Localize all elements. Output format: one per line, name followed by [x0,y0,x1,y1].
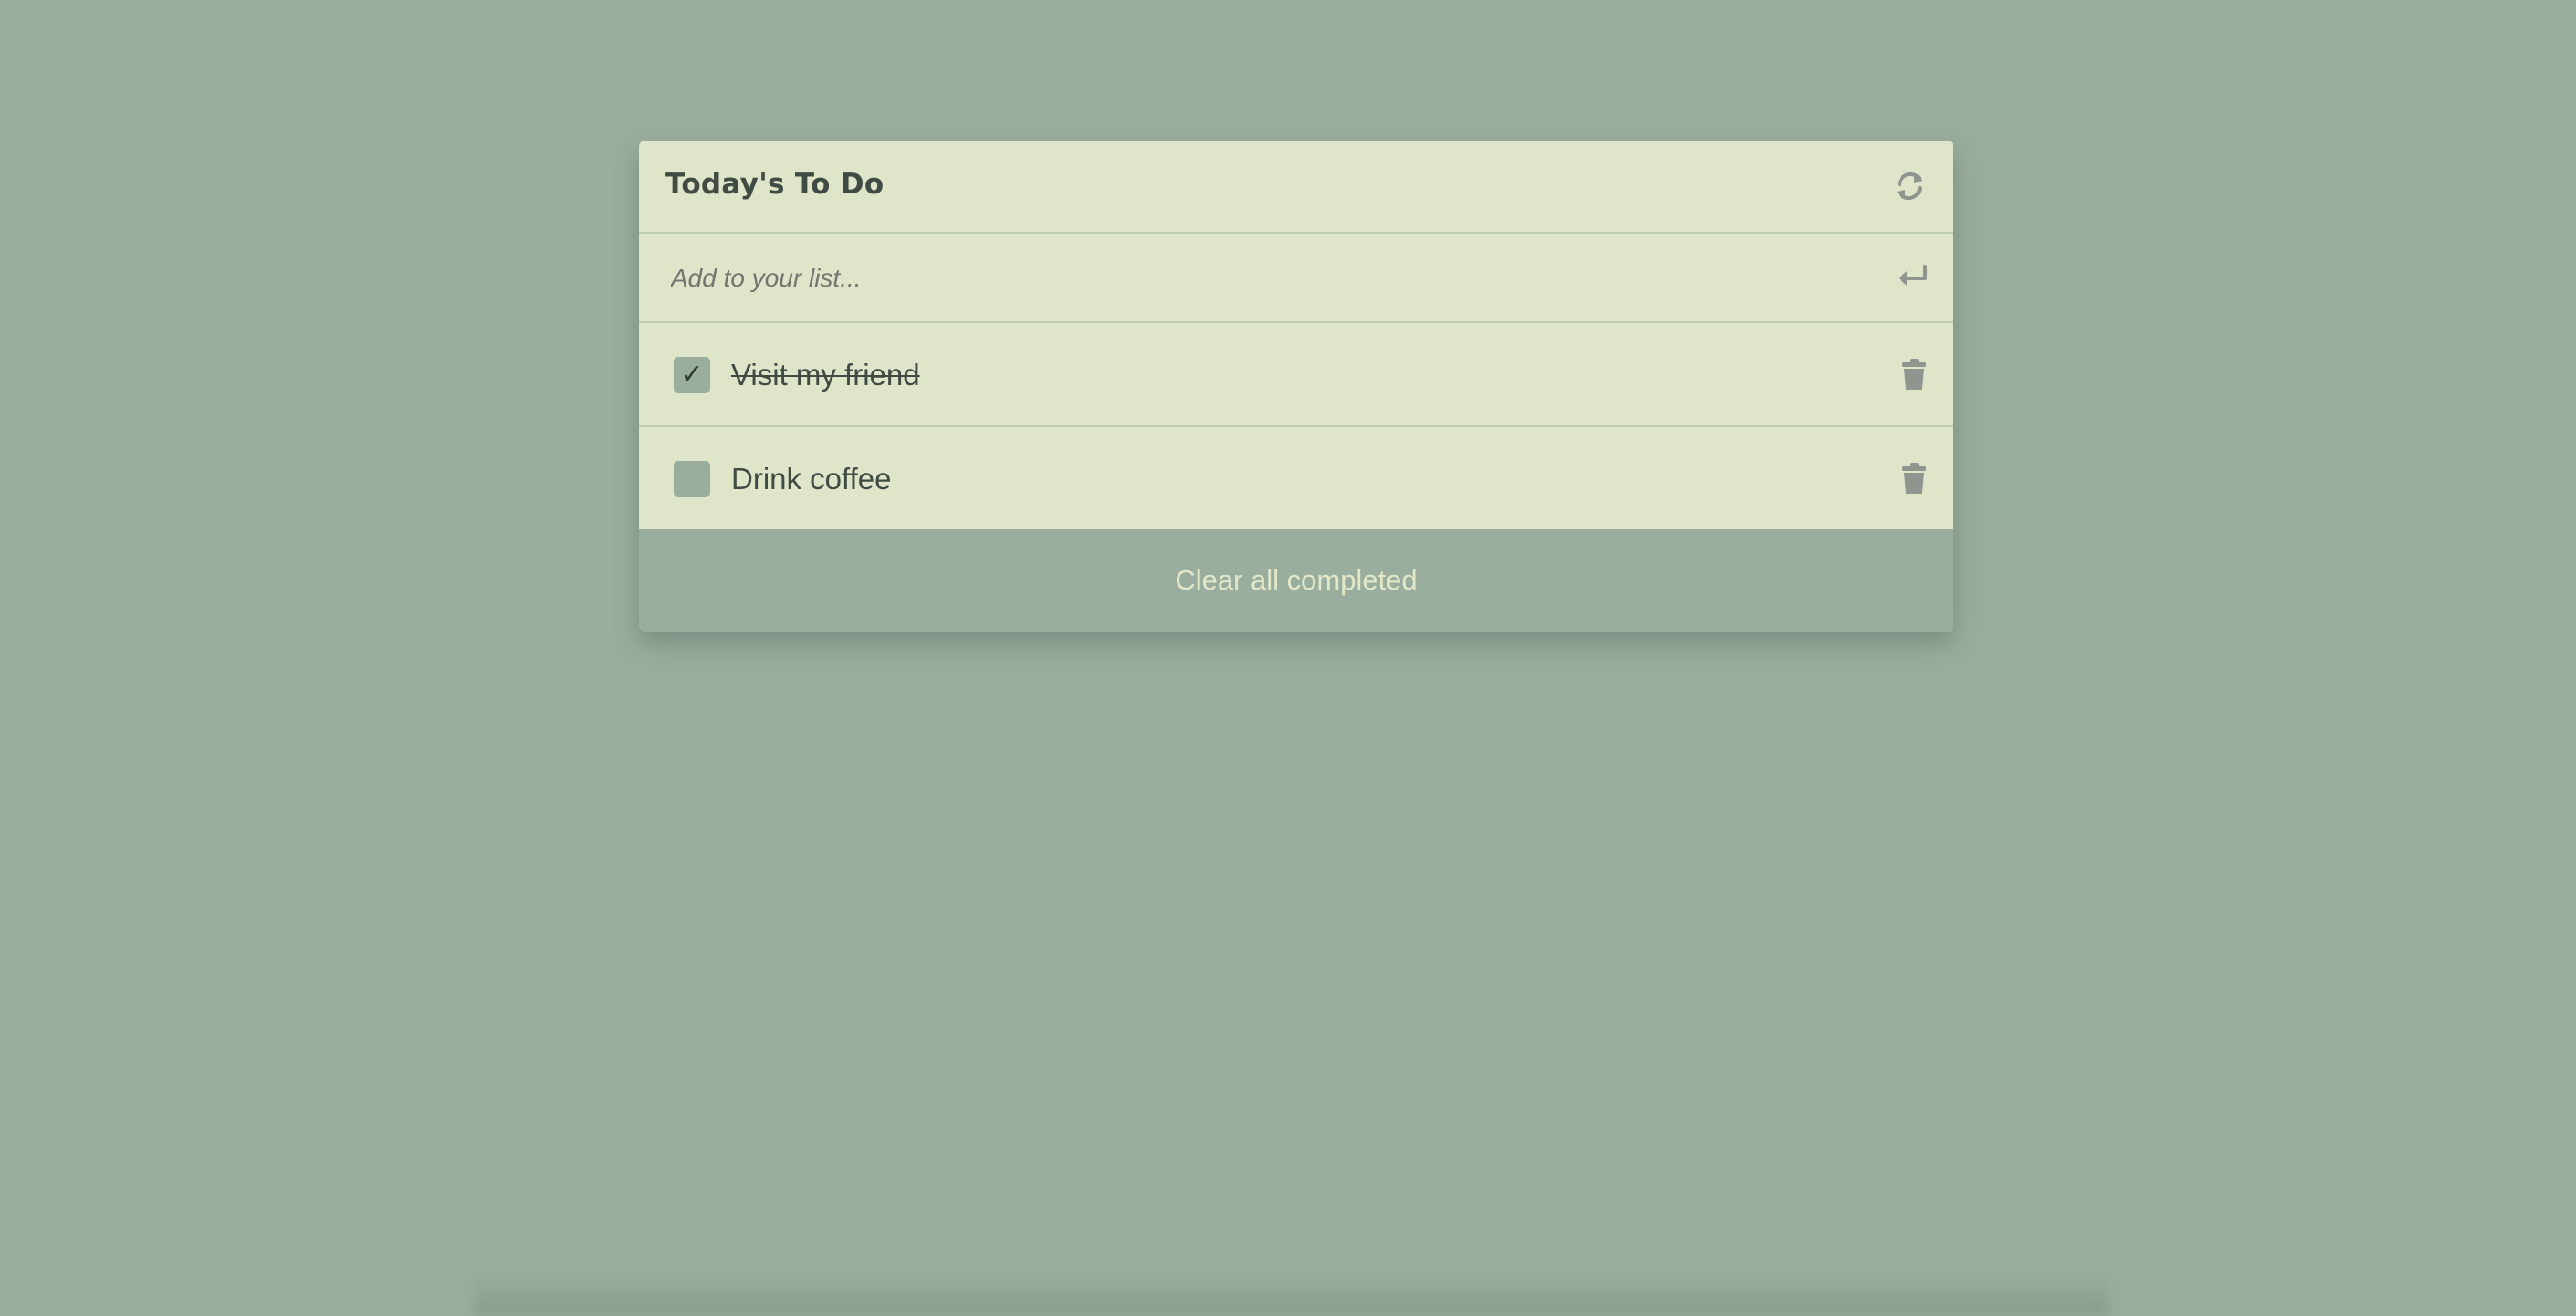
trash-icon [1902,359,1926,390]
todo-item: ✓ Visit my friend [639,323,1953,427]
card-header: Today's To Do [639,141,1953,234]
todo-checkbox[interactable] [674,461,710,497]
todo-checkbox[interactable]: ✓ [674,357,710,393]
enter-icon [1899,265,1927,286]
add-item-input[interactable] [669,256,1859,301]
add-item-button[interactable] [1895,259,1932,296]
add-item-row [639,234,1953,323]
delete-button[interactable] [1901,462,1928,495]
trash-icon [1902,463,1926,494]
refresh-button[interactable] [1891,168,1928,204]
todo-label: Drink coffee [731,462,892,496]
clear-completed-button[interactable]: Clear all completed [639,529,1953,632]
refresh-icon [1897,172,1922,201]
check-icon: ✓ [680,359,704,391]
todo-label: Visit my friend [731,358,920,392]
bottom-shadow [475,1273,2109,1316]
todo-item: Drink coffee [639,427,1953,529]
page-title: Today's To Do [665,168,885,201]
todo-card: Today's To Do ✓ Visit my friend [639,141,1953,632]
delete-button[interactable] [1901,358,1928,391]
